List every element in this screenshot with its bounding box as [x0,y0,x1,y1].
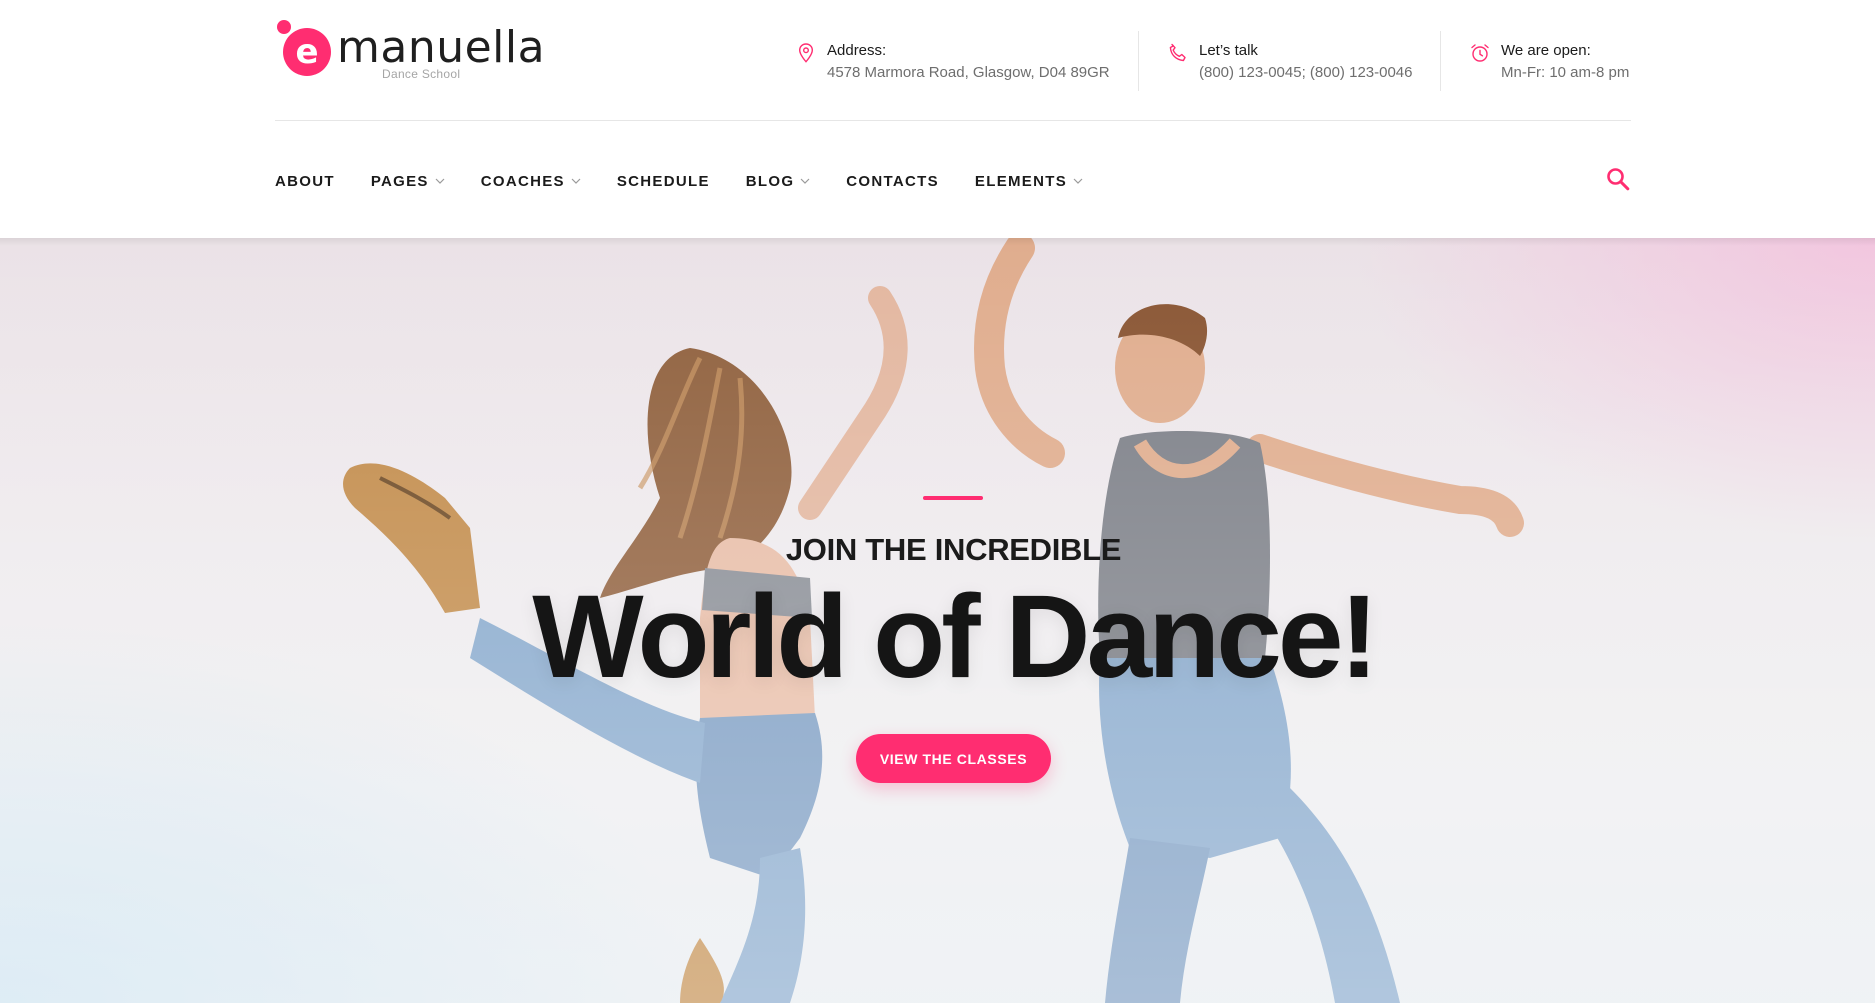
hero-content: JOIN THE INCREDIBLE World of Dance! VIEW… [0,238,1875,1003]
nav-item-label: CONTACTS [846,172,939,190]
nav-item-schedule[interactable]: SCHEDULE [617,173,710,190]
chevron-down-icon [1073,178,1083,184]
divider [1138,31,1139,91]
main-navigation: ABOUT PAGES COACHES SCHEDULE BLOG CONTAC… [275,121,1631,238]
header-topbar: e manuella Dance School Address: 4578 Ma… [275,0,1631,121]
hero-kicker: JOIN THE INCREDIBLE [785,532,1122,567]
nav-item-label: SCHEDULE [616,172,710,190]
header-shadow [0,238,1875,246]
site-header: e manuella Dance School Address: 4578 Ma… [0,0,1875,238]
address-block: Address: 4578 Marmora Road, Glasgow, D04… [795,38,1125,98]
nav-item-elements[interactable]: ELEMENTS [975,173,1083,190]
divider [1440,31,1441,91]
hours-label: We are open: [1501,42,1591,59]
nav-item-label: ABOUT [275,172,335,190]
nav-item-coaches[interactable]: COACHES [481,173,581,190]
logo-mark-icon: e [277,20,331,76]
chevron-down-icon [800,178,810,184]
hours-value: Mn-Fr: 10 am-8 pm [1501,64,1630,81]
address-value: 4578 Marmora Road, Glasgow, D04 89GR [827,64,1110,81]
nav-item-label: COACHES [480,172,565,190]
search-icon[interactable] [1605,166,1631,192]
svg-text:e: e [295,32,318,72]
view-classes-button[interactable]: VIEW THE CLASSES [856,734,1051,783]
site-logo[interactable]: e manuella Dance School [275,16,545,86]
nav-item-label: ELEMENTS [974,172,1067,190]
chevron-down-icon [571,178,581,184]
chevron-down-icon [435,178,445,184]
nav-item-blog[interactable]: BLOG [746,173,811,190]
phone-block: Let’s talk (800) 123-0045; (800) 123-004… [1167,38,1437,98]
nav-item-label: PAGES [370,172,429,190]
hero-banner: JOIN THE INCREDIBLE World of Dance! VIEW… [0,238,1875,1003]
hours-block: We are open: Mn-Fr: 10 am-8 pm [1469,38,1631,98]
address-label: Address: [827,42,887,59]
logo-tagline: Dance School [382,67,461,81]
hero-accent-line [923,496,983,500]
alarm-clock-icon [1471,44,1489,62]
map-pin-icon [798,43,814,63]
nav-item-about[interactable]: ABOUT [275,173,335,190]
nav-item-label: BLOG [745,172,795,190]
nav-menu: ABOUT PAGES COACHES SCHEDULE BLOG CONTAC… [275,169,1119,193]
logo-wordmark: manuella [337,22,546,73]
nav-item-pages[interactable]: PAGES [371,173,445,190]
hero-title: World of Dance! [532,571,1379,703]
phone-icon [1169,43,1186,62]
nav-item-contacts[interactable]: CONTACTS [846,173,939,190]
phone-value[interactable]: (800) 123-0045; (800) 123-0046 [1199,64,1413,81]
phone-label: Let’s talk [1199,42,1258,59]
